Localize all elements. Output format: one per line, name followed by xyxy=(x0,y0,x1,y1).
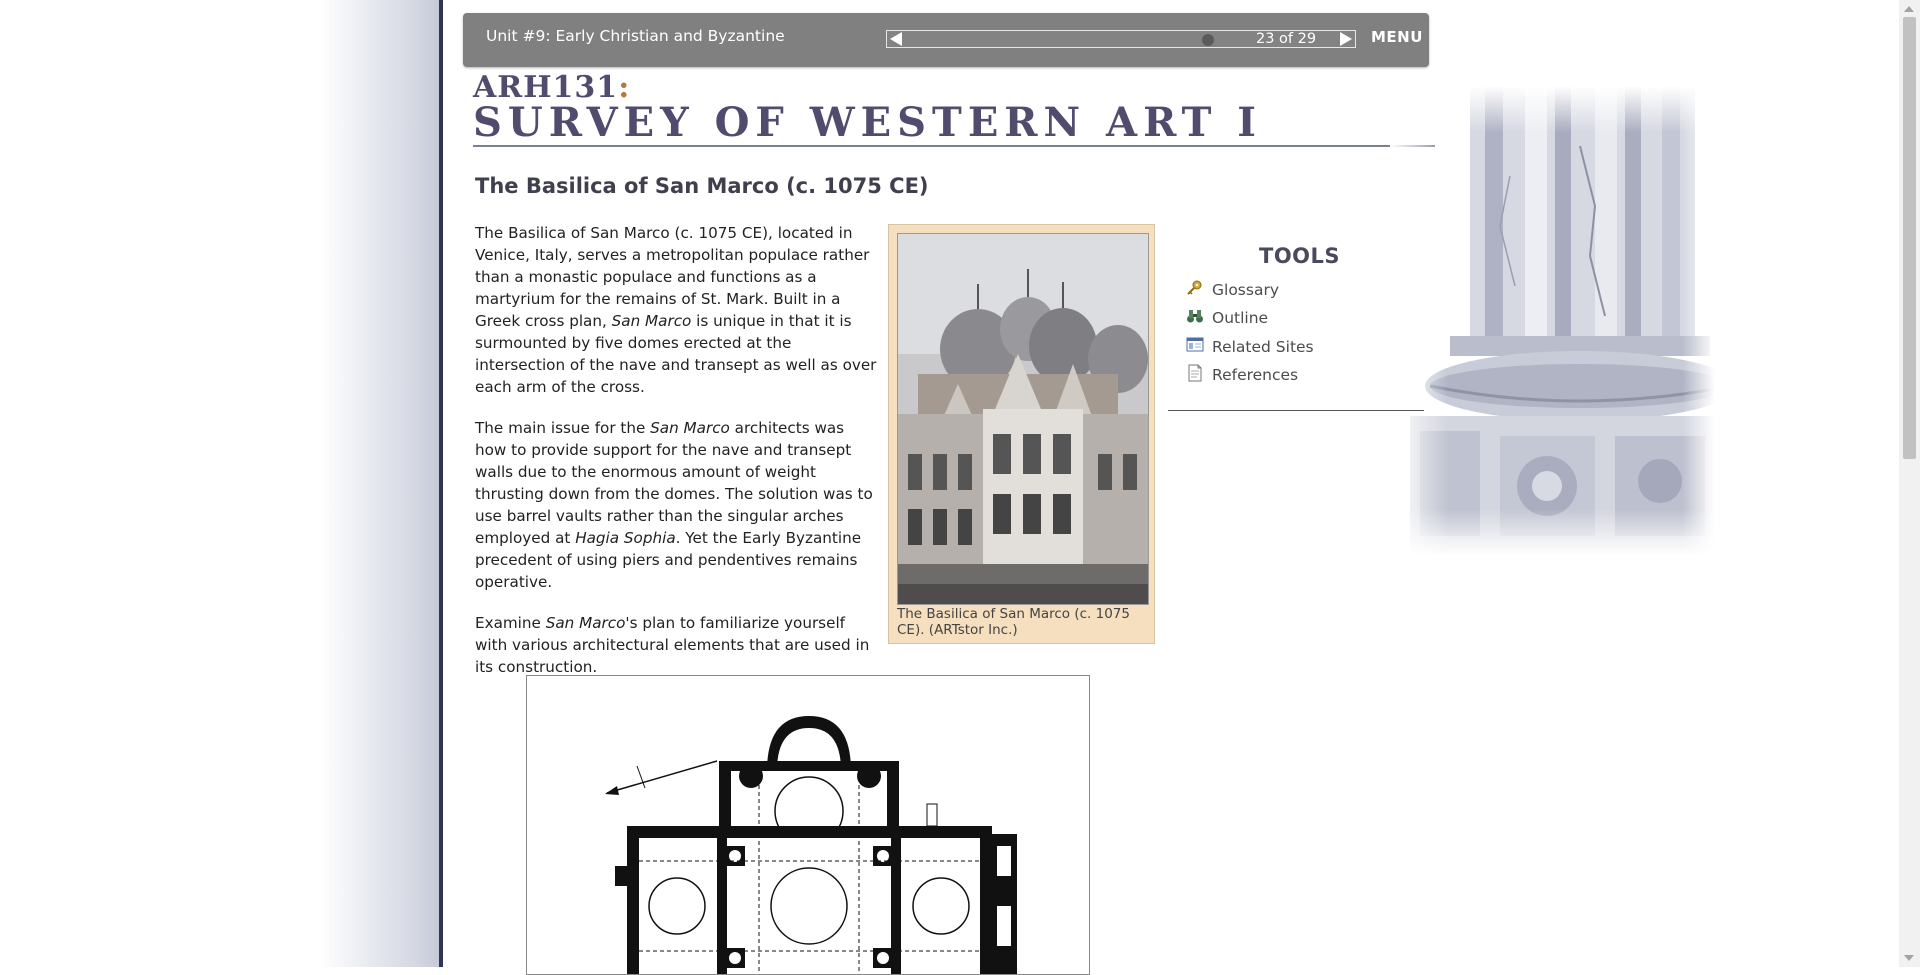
text-run: architects was how to provide support fo… xyxy=(475,419,873,547)
italic-term: San Marco xyxy=(611,312,692,330)
tool-label: Related Sites xyxy=(1212,338,1314,356)
text-run: Examine xyxy=(475,614,546,632)
navigation-bar: Unit #9: Early Christian and Byzantine 2… xyxy=(463,13,1429,67)
tool-label: References xyxy=(1212,366,1299,384)
menu-button[interactable]: MENU xyxy=(1371,28,1423,46)
page-indicator: 23 of 29 xyxy=(1256,31,1317,47)
tool-label: Glossary xyxy=(1212,281,1279,299)
paragraph-3: Examine San Marco's plan to familiarize … xyxy=(475,612,880,678)
next-page-arrow-icon[interactable] xyxy=(1340,32,1352,46)
key-icon xyxy=(1187,280,1202,295)
article-body: The Basilica of San Marco (c. 1075 CE), … xyxy=(475,222,880,697)
left-page-shade xyxy=(0,0,442,967)
previous-page-arrow-icon[interactable] xyxy=(890,32,902,46)
text-run: The main issue for the xyxy=(475,419,651,437)
floor-plan-image[interactable] xyxy=(526,675,1090,975)
figure-caption: The Basilica of San Marco (c. 1075 CE). … xyxy=(897,606,1130,638)
tools-divider xyxy=(1168,410,1424,411)
scrollbar-thumb[interactable] xyxy=(1903,17,1916,459)
header-divider xyxy=(473,145,1435,147)
unit-title: Unit #9: Early Christian and Byzantine xyxy=(486,27,785,45)
tools-heading: TOOLS xyxy=(1259,244,1341,268)
browser-window-icon xyxy=(1186,337,1204,352)
paragraph-1: The Basilica of San Marco (c. 1075 CE), … xyxy=(475,222,880,398)
italic-term: Hagia Sophia xyxy=(575,529,676,547)
paragraph-2: The main issue for the San Marco archite… xyxy=(475,417,880,593)
italic-term: San Marco xyxy=(545,614,626,632)
basilica-photo[interactable] xyxy=(897,233,1149,605)
binoculars-icon xyxy=(1187,310,1203,323)
italic-term: San Marco xyxy=(650,419,730,437)
scroll-down-arrow-icon[interactable] xyxy=(1904,955,1914,961)
left-page-border xyxy=(439,0,443,967)
tool-label: Outline xyxy=(1212,309,1269,327)
vertical-scrollbar[interactable] xyxy=(1899,0,1920,967)
course-name: SURVEY OF WESTERN ART I xyxy=(473,99,1263,146)
column-illustration xyxy=(1390,86,1715,556)
scroll-up-arrow-icon[interactable] xyxy=(1904,6,1914,12)
page-progress-bar: 23 of 29 xyxy=(886,30,1356,48)
page-title: The Basilica of San Marco (c. 1075 CE) xyxy=(475,174,929,198)
document-icon xyxy=(1188,364,1202,382)
basilica-figure: The Basilica of San Marco (c. 1075 CE). … xyxy=(888,224,1155,644)
progress-marker-icon xyxy=(1202,34,1214,46)
